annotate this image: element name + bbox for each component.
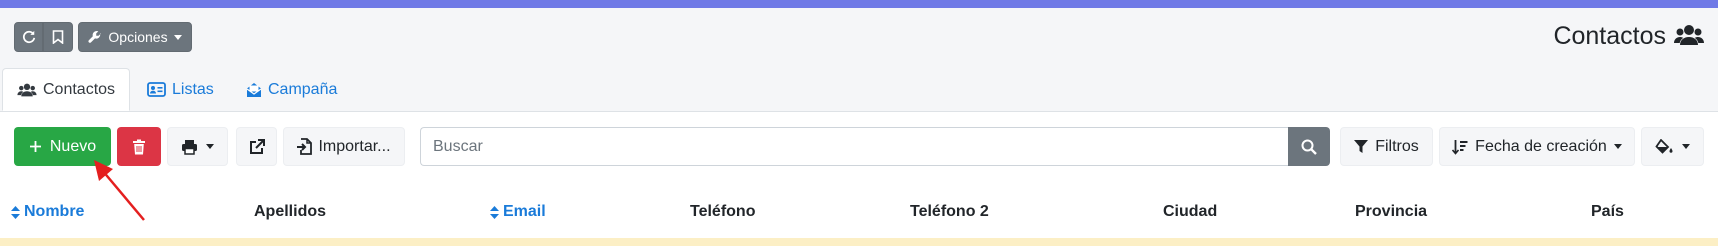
highlighted-row-strip [0, 238, 1718, 246]
tab-label: Campaña [268, 80, 338, 98]
page-title: Contactos [1553, 22, 1666, 50]
bookmark-icon [52, 30, 64, 44]
column-header-ciudad[interactable]: Ciudad [1163, 203, 1217, 221]
print-icon [181, 139, 198, 155]
bookmark-button[interactable] [43, 22, 73, 52]
chevron-down-icon [173, 34, 182, 40]
refresh-icon [22, 30, 36, 44]
column-header-apellidos[interactable]: Apellidos [254, 203, 326, 221]
export-button[interactable] [236, 127, 277, 166]
sort-dropdown-button[interactable]: Fecha de creación [1439, 127, 1635, 166]
filters-button[interactable]: Filtros [1340, 127, 1433, 166]
fill-color-dropdown-button[interactable] [1641, 127, 1704, 166]
column-label: País [1591, 203, 1624, 220]
envelope-open-icon [246, 82, 262, 98]
column-header-nombre[interactable]: Nombre [11, 203, 84, 221]
options-label: Opciones [108, 29, 168, 45]
sort-icon [11, 205, 20, 219]
search-button[interactable] [1288, 127, 1330, 166]
tab-listas[interactable]: Listas [147, 68, 214, 111]
annotation-arrow [94, 160, 145, 221]
column-header-provincia[interactable]: Provincia [1355, 203, 1427, 221]
column-label: Ciudad [1163, 203, 1218, 220]
refresh-button[interactable] [14, 22, 43, 52]
fill-drip-icon [1655, 138, 1674, 155]
plus-icon [29, 140, 42, 153]
sort-icon [490, 205, 499, 219]
chevron-down-icon [1613, 144, 1622, 149]
options-dropdown-button[interactable]: Opciones [78, 22, 192, 52]
wrench-icon [88, 30, 102, 44]
column-header-telefono-2[interactable]: Teléfono 2 [910, 203, 989, 221]
chevron-down-icon [1682, 144, 1690, 149]
sort-amount-down-icon [1452, 139, 1468, 155]
column-header-pais[interactable]: País [1591, 203, 1624, 221]
search-input[interactable] [420, 127, 1288, 166]
trash-icon [132, 139, 146, 155]
top-accent-bar [0, 0, 1718, 8]
users-icon [17, 83, 37, 97]
column-label: Provincia [1355, 203, 1428, 220]
external-link-icon [249, 138, 265, 155]
column-header-email[interactable]: Email [490, 203, 546, 221]
tab-campana[interactable]: Campaña [246, 68, 337, 111]
tab-label: Contactos [43, 80, 116, 98]
file-import-icon [297, 138, 313, 155]
tab-contactos[interactable]: Contactos [2, 68, 130, 111]
sort-label: Fecha de creación [1475, 137, 1607, 155]
filters-label: Filtros [1375, 137, 1419, 155]
filter-icon [1354, 139, 1369, 154]
users-icon [1674, 24, 1704, 46]
import-label: Importar... [318, 137, 391, 155]
column-label: Email [503, 203, 546, 220]
column-label: Nombre [24, 203, 85, 220]
import-button[interactable]: Importar... [283, 127, 405, 166]
column-label: Teléfono 2 [910, 203, 989, 220]
tab-label: Listas [172, 80, 214, 98]
new-label: Nuevo [49, 137, 97, 155]
column-label: Teléfono [690, 203, 756, 220]
column-header-telefono[interactable]: Teléfono [690, 203, 755, 221]
print-dropdown-button[interactable] [167, 127, 228, 166]
address-card-icon [147, 82, 166, 97]
search-icon [1301, 139, 1317, 155]
chevron-down-icon [206, 144, 214, 149]
column-label: Apellidos [254, 203, 327, 220]
